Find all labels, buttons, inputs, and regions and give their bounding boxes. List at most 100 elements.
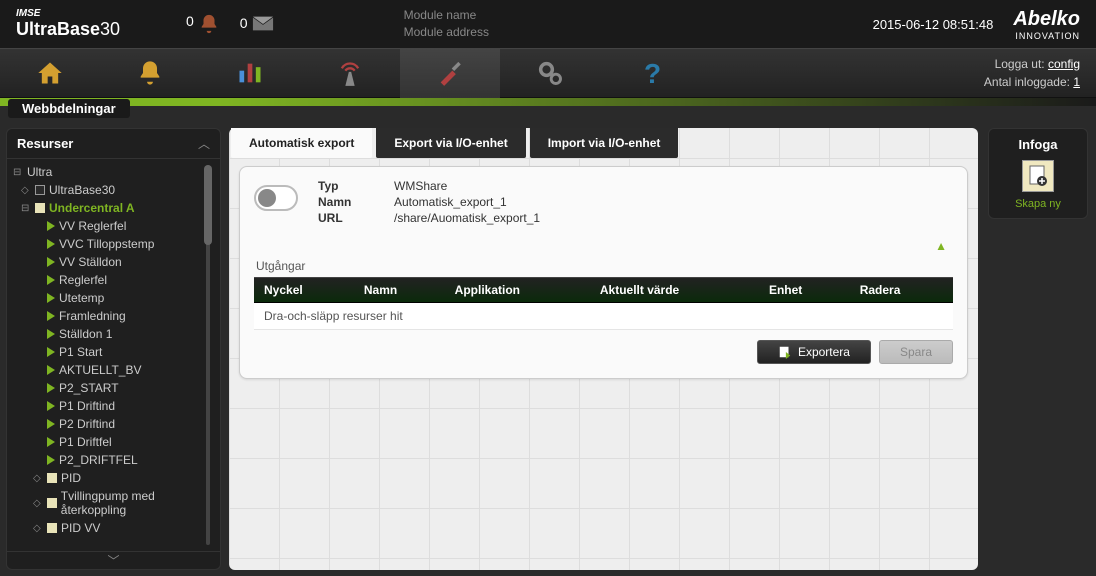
drop-zone-row[interactable]: Dra-och-släpp resurser hit	[254, 303, 953, 330]
section-title: Utgångar	[254, 255, 953, 277]
url-value: /share/Auomatisk_export_1	[394, 211, 540, 225]
resources-sidebar: Resurser ︿ ⊟Ultra ◇UltraBase30 ⊟Undercen…	[6, 128, 221, 570]
sidebar-footer: ﹀	[7, 551, 220, 569]
tree-leaf[interactable]: Utetemp	[47, 290, 220, 306]
logged-in-count-link[interactable]: 1	[1073, 75, 1080, 89]
page-title-bar: Webbdelningar	[0, 106, 1096, 122]
sidebar-title: Resurser	[17, 136, 198, 151]
collapse-arrow[interactable]: ▲	[254, 239, 953, 253]
col-namn[interactable]: Namn	[354, 278, 445, 303]
export-card: Typ WMShare Namn Automatisk_export_1 URL…	[239, 166, 968, 379]
create-new-icon[interactable]	[1022, 160, 1054, 192]
play-icon	[47, 347, 55, 357]
main-area: Automatisk export Export via I/O-enhet I…	[221, 122, 1096, 576]
tab-export-io[interactable]: Export via I/O-enhet	[376, 128, 525, 158]
nav-user-info: Logga ut: config Antal inloggade: 1	[984, 55, 1096, 91]
play-icon	[47, 365, 55, 375]
tree-leaf[interactable]: P2_START	[47, 380, 220, 396]
card-actions: Exportera Spara	[254, 340, 953, 364]
tree-leaf[interactable]: Ställdon 1	[47, 326, 220, 342]
tree-leaf[interactable]: VVC Tilloppstemp	[47, 236, 220, 252]
tree-node-tvillingpump[interactable]: ◇Tvillingpump med återkoppling	[33, 488, 220, 518]
create-new-link[interactable]: Skapa ny	[997, 198, 1079, 210]
tree-leaf[interactable]: Reglerfel	[47, 272, 220, 288]
tree-leaf[interactable]: AKTUELLT_BV	[47, 362, 220, 378]
tree-leaf[interactable]: P1 Start	[47, 344, 220, 360]
chevron-down-icon[interactable]: ﹀	[107, 552, 119, 569]
tree-node-undercentral-a[interactable]: ⊟Undercentral A	[21, 200, 220, 216]
bell-icon	[136, 59, 164, 87]
module-name-label: Module name	[404, 7, 489, 24]
col-radera[interactable]: Radera	[850, 278, 953, 303]
tree-leaf[interactable]: VV Ställdon	[47, 254, 220, 270]
typ-label: Typ	[318, 179, 378, 193]
logout-link[interactable]: config	[1048, 57, 1080, 71]
col-applikation[interactable]: Applikation	[445, 278, 590, 303]
infoga-box: Infoga Skapa ny	[988, 128, 1088, 219]
field-grid: Typ WMShare Namn Automatisk_export_1 URL…	[318, 179, 540, 225]
tree-root[interactable]: ⊟Ultra	[13, 164, 220, 180]
main-panel: Automatisk export Export via I/O-enhet I…	[229, 128, 978, 570]
tree-leaf[interactable]: VV Reglerfel	[47, 218, 220, 234]
nav-help[interactable]: ?	[600, 48, 700, 98]
datetime: 2015-06-12 08:51:48	[873, 17, 994, 32]
header-status-icons: 0 0	[186, 13, 274, 35]
nav-home[interactable]	[0, 48, 100, 98]
tab-auto-export[interactable]: Automatisk export	[231, 128, 372, 158]
url-label: URL	[318, 211, 378, 225]
document-plus-icon	[1028, 165, 1048, 187]
nav-alerts[interactable]	[100, 48, 200, 98]
mail-badge[interactable]: 0	[240, 15, 274, 33]
alerts-badge[interactable]: 0	[186, 13, 220, 35]
play-icon	[47, 401, 55, 411]
play-icon	[47, 293, 55, 303]
namn-value: Automatisk_export_1	[394, 195, 540, 209]
export-button[interactable]: Exportera	[757, 340, 871, 364]
gears-icon	[536, 59, 564, 87]
enable-toggle[interactable]	[254, 185, 298, 211]
namn-label: Namn	[318, 195, 378, 209]
tree-node-pid[interactable]: ◇PID	[33, 470, 220, 486]
col-nyckel[interactable]: Nyckel	[254, 278, 354, 303]
content-area: Resurser ︿ ⊟Ultra ◇UltraBase30 ⊟Undercen…	[0, 122, 1096, 576]
antenna-icon	[336, 59, 364, 87]
play-icon	[47, 455, 55, 465]
tree-leaf[interactable]: P2_DRIFTFEL	[47, 452, 220, 468]
play-icon	[47, 275, 55, 285]
question-icon: ?	[638, 59, 662, 87]
tree-leaf[interactable]: Framledning	[47, 308, 220, 324]
nav-tools[interactable]	[400, 48, 500, 98]
module-address-label: Module address	[404, 24, 489, 41]
module-info: Module name Module address	[404, 7, 489, 41]
sidebar-header: Resurser ︿	[7, 129, 220, 159]
export-icon	[778, 345, 792, 359]
col-aktuellt-varde[interactable]: Aktuellt värde	[590, 278, 759, 303]
tree-leaf[interactable]: P1 Driftfel	[47, 434, 220, 450]
page-title: Webbdelningar	[8, 99, 130, 118]
logo-prefix: IMSE	[16, 8, 176, 19]
nav-settings[interactable]	[500, 48, 600, 98]
right-panel: Infoga Skapa ny	[988, 128, 1088, 570]
play-icon	[47, 419, 55, 429]
scrollbar-thumb[interactable]	[204, 165, 212, 245]
tree-leaf[interactable]: P2 Driftind	[47, 416, 220, 432]
tree-leaf[interactable]: P1 Driftind	[47, 398, 220, 414]
play-icon	[47, 239, 55, 249]
play-icon	[47, 329, 55, 339]
tree-node-ultrabase30[interactable]: ◇UltraBase30	[21, 182, 220, 198]
nav-antenna[interactable]	[300, 48, 400, 98]
app-header: IMSE UltraBase30 0 0 Module name Module …	[0, 0, 1096, 48]
mail-icon	[252, 15, 274, 33]
play-icon	[47, 383, 55, 393]
svg-text:?: ?	[644, 59, 661, 87]
save-button[interactable]: Spara	[879, 340, 953, 364]
col-enhet[interactable]: Enhet	[759, 278, 850, 303]
nav-stats[interactable]	[200, 48, 300, 98]
chevron-up-icon[interactable]: ︿	[198, 135, 210, 152]
tree-node-pid-vv[interactable]: ◇PID VV	[33, 520, 220, 536]
resource-tree: ⊟Ultra ◇UltraBase30 ⊟Undercentral A VV R…	[7, 159, 220, 551]
screwdriver-icon	[436, 59, 464, 87]
play-icon	[47, 257, 55, 267]
tab-import-io[interactable]: Import via I/O-enhet	[530, 128, 679, 158]
card-head: Typ WMShare Namn Automatisk_export_1 URL…	[254, 179, 953, 225]
